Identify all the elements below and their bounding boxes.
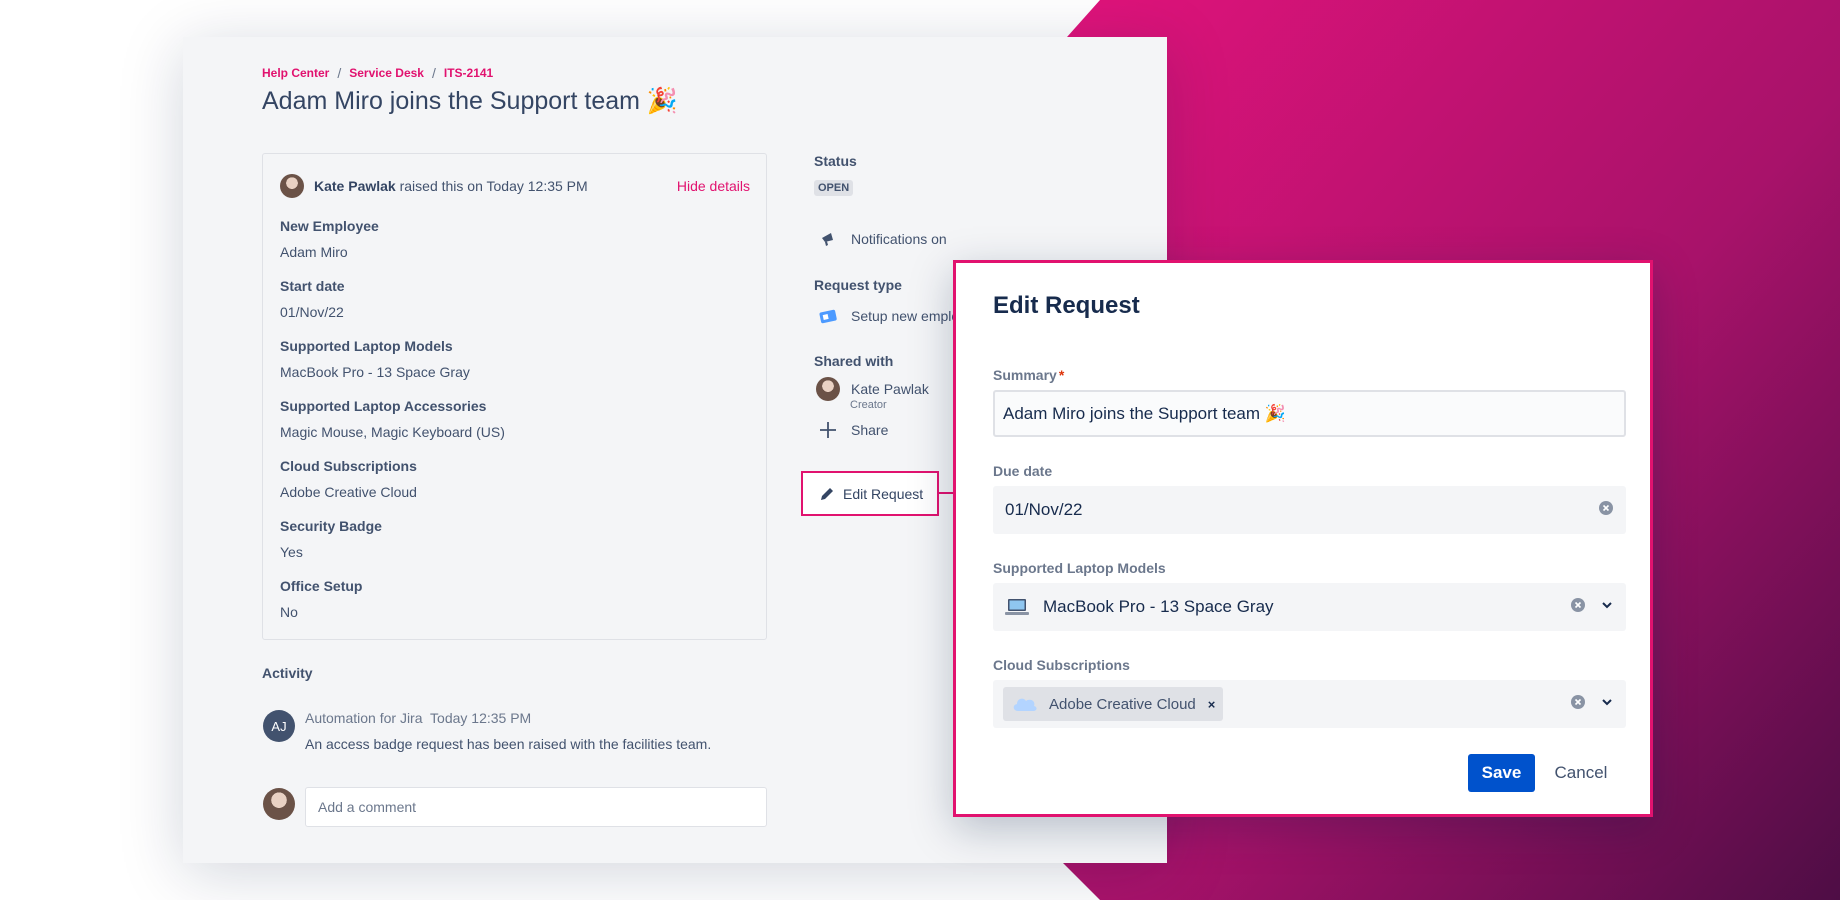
chevron-down-icon[interactable] bbox=[1600, 694, 1614, 714]
field-new-employee: New Employee Adam Miro bbox=[280, 218, 379, 260]
summary-label-text: Summary bbox=[993, 367, 1057, 383]
edit-request-button[interactable]: Edit Request bbox=[801, 471, 939, 516]
breadcrumb-separator: / bbox=[337, 65, 342, 81]
field-label: Start date bbox=[280, 278, 345, 294]
field-office-setup: Office Setup No bbox=[280, 578, 362, 620]
modal-title: Edit Request bbox=[993, 292, 1140, 319]
field-value: No bbox=[280, 604, 298, 620]
cloud-subscriptions-label: Cloud Subscriptions bbox=[993, 657, 1130, 673]
field-label: Office Setup bbox=[280, 578, 363, 594]
shared-user-avatar bbox=[816, 377, 840, 401]
megaphone-icon bbox=[817, 228, 839, 250]
breadcrumb-service-desk[interactable]: Service Desk bbox=[349, 66, 424, 80]
field-value: Adam Miro bbox=[280, 244, 348, 260]
save-button[interactable]: Save bbox=[1468, 754, 1535, 792]
field-security-badge: Security Badge Yes bbox=[280, 518, 382, 560]
notifications-toggle[interactable]: Notifications on bbox=[817, 228, 947, 250]
cancel-button[interactable]: Cancel bbox=[1546, 754, 1616, 792]
breadcrumb-issue-key[interactable]: ITS-2141 bbox=[444, 66, 493, 80]
laptop-models-select[interactable]: MacBook Pro - 13 Space Gray bbox=[993, 583, 1626, 631]
plus-icon bbox=[817, 419, 839, 441]
clear-icon[interactable] bbox=[1570, 694, 1586, 715]
raised-timestamp: raised this on Today 12:35 PM bbox=[399, 178, 588, 194]
activity-time: Today 12:35 PM bbox=[430, 710, 532, 726]
raised-by-row: Kate Pawlak raised this on Today 12:35 P… bbox=[280, 174, 750, 198]
status-badge: OPEN bbox=[814, 180, 854, 196]
shared-with-label: Shared with bbox=[814, 353, 894, 369]
id-card-icon bbox=[817, 305, 839, 327]
field-laptop-models: Supported Laptop Models MacBook Pro - 13… bbox=[280, 338, 470, 380]
chevron-down-icon[interactable] bbox=[1600, 597, 1614, 617]
current-user-avatar bbox=[263, 788, 295, 820]
shared-user-role: Creator bbox=[850, 399, 887, 411]
activity-heading: Activity bbox=[262, 665, 313, 681]
shared-user-avatar-wrap bbox=[816, 377, 840, 401]
field-label: Supported Laptop Models bbox=[280, 338, 453, 354]
summary-input[interactable]: Adam Miro joins the Support team 🎉 bbox=[993, 390, 1626, 437]
activity-author: Automation for Jira bbox=[305, 710, 423, 726]
request-details-panel: Kate Pawlak raised this on Today 12:35 P… bbox=[262, 153, 767, 640]
breadcrumb-help-center[interactable]: Help Center bbox=[262, 66, 329, 80]
raised-text: Kate Pawlak raised this on Today 12:35 P… bbox=[314, 178, 588, 194]
breadcrumb-separator: / bbox=[431, 65, 436, 81]
field-label: Security Badge bbox=[280, 518, 382, 534]
field-cloud-subscriptions: Cloud Subscriptions Adobe Creative Cloud bbox=[280, 458, 417, 500]
request-type-label: Request type bbox=[814, 277, 902, 293]
page-title: Adam Miro joins the Support team 🎉 bbox=[262, 87, 679, 115]
request-type-value: Setup new emplo bbox=[817, 305, 959, 327]
due-date-value: 01/Nov/22 bbox=[1005, 500, 1083, 519]
clear-icon[interactable] bbox=[1570, 597, 1586, 618]
remove-tag-icon[interactable]: × bbox=[1208, 697, 1216, 712]
cloud-icon bbox=[1011, 695, 1039, 713]
laptop-models-label: Supported Laptop Models bbox=[993, 560, 1166, 576]
laptop-models-value: MacBook Pro - 13 Space Gray bbox=[1043, 597, 1274, 616]
edit-request-label: Edit Request bbox=[843, 485, 924, 502]
clear-icon[interactable] bbox=[1598, 500, 1614, 521]
breadcrumb: Help Center / Service Desk / ITS-2141 bbox=[262, 65, 493, 81]
field-value: MacBook Pro - 13 Space Gray bbox=[280, 364, 470, 380]
shared-user-name: Kate Pawlak bbox=[851, 381, 929, 397]
field-value: Magic Mouse, Magic Keyboard (US) bbox=[280, 424, 505, 440]
laptop-icon bbox=[1005, 597, 1029, 617]
status-label: Status bbox=[814, 153, 857, 169]
shared-user: Kate Pawlak bbox=[816, 377, 929, 401]
field-label: Cloud Subscriptions bbox=[280, 458, 417, 474]
notifications-label: Notifications on bbox=[851, 231, 947, 247]
field-label: Supported Laptop Accessories bbox=[280, 398, 487, 414]
comment-input[interactable]: Add a comment bbox=[305, 787, 767, 827]
field-start-date: Start date 01/Nov/22 bbox=[280, 278, 345, 320]
reporter-name: Kate Pawlak bbox=[314, 178, 396, 194]
reporter-avatar bbox=[280, 174, 304, 198]
share-button[interactable]: Share bbox=[817, 419, 888, 441]
field-value: Yes bbox=[280, 544, 303, 560]
field-value: Adobe Creative Cloud bbox=[280, 484, 417, 500]
cloud-tag-label: Adobe Creative Cloud bbox=[1049, 695, 1196, 713]
field-laptop-accessories: Supported Laptop Accessories Magic Mouse… bbox=[280, 398, 505, 440]
edit-request-modal: Edit Request Summary * Adam Miro joins th… bbox=[953, 260, 1653, 817]
summary-value: Adam Miro joins the Support team 🎉 bbox=[1003, 403, 1286, 423]
pencil-icon bbox=[821, 487, 833, 500]
request-type-text: Setup new emplo bbox=[851, 308, 960, 324]
share-label: Share bbox=[851, 422, 889, 438]
hide-details-link[interactable]: Hide details bbox=[677, 178, 750, 194]
activity-meta: Automation for Jira Today 12:35 PM bbox=[305, 710, 531, 726]
automation-avatar: AJ bbox=[263, 710, 295, 742]
cloud-subscriptions-select[interactable]: Adobe Creative Cloud × bbox=[993, 680, 1626, 728]
field-label: New Employee bbox=[280, 218, 379, 234]
cloud-tag: Adobe Creative Cloud × bbox=[1003, 687, 1224, 721]
due-date-label: Due date bbox=[993, 463, 1053, 479]
due-date-picker[interactable]: 01/Nov/22 bbox=[993, 486, 1626, 534]
activity-message: An access badge request has been raised … bbox=[305, 736, 712, 752]
required-marker: * bbox=[1058, 367, 1065, 383]
field-value: 01/Nov/22 bbox=[280, 304, 344, 320]
summary-label: Summary * bbox=[993, 367, 1064, 383]
